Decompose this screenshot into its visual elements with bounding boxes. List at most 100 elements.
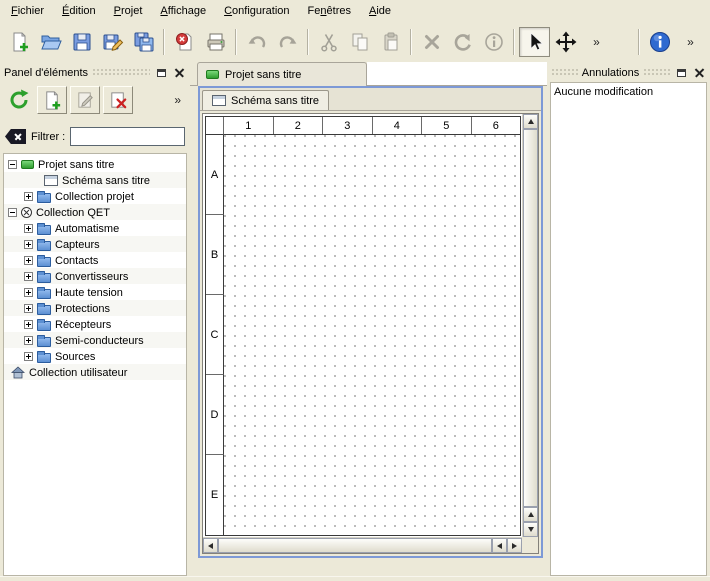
home-icon <box>11 366 25 379</box>
scroll-right-button[interactable] <box>507 538 522 553</box>
dock-drag-texture[interactable] <box>643 68 670 77</box>
elements-tree: Projet sans titre Schéma sans titre Coll… <box>3 153 187 576</box>
scroll-left-button[interactable] <box>492 538 507 553</box>
scroll-up-button[interactable] <box>523 507 538 522</box>
filter-input[interactable] <box>70 127 185 146</box>
horizontal-scrollbar[interactable] <box>203 537 522 553</box>
tree-item-haute-tension[interactable]: Haute tension <box>4 284 186 300</box>
paste-button[interactable] <box>375 27 406 57</box>
tree-expand-icon[interactable] <box>24 304 33 313</box>
toolbar-overflow-button[interactable]: » <box>581 27 612 57</box>
close-document-button[interactable] <box>169 27 200 57</box>
tree-collapse-icon[interactable] <box>8 208 17 217</box>
tree-item-semi-conducteurs[interactable]: Semi-conducteurs <box>4 332 186 348</box>
about-button[interactable] <box>644 27 675 57</box>
scroll-down-button[interactable] <box>523 522 538 537</box>
menu-aide[interactable]: Aide <box>360 2 400 20</box>
tree-item-collection-projet[interactable]: Collection projet <box>4 188 186 204</box>
vertical-scrollbar[interactable] <box>522 114 538 537</box>
dock-float-button[interactable] <box>154 66 168 79</box>
reload-collections-button[interactable] <box>4 86 34 114</box>
tree-expand-icon[interactable] <box>24 336 33 345</box>
tab-project[interactable]: Projet sans titre <box>197 62 367 86</box>
save-as-button[interactable] <box>97 27 128 57</box>
tree-item-contacts[interactable]: Contacts <box>4 252 186 268</box>
tree-collapse-icon[interactable] <box>8 160 17 169</box>
copy-button[interactable] <box>344 27 375 57</box>
menu-fenetres[interactable]: Fenêtres <box>299 2 360 20</box>
schema-canvas[interactable] <box>224 135 520 535</box>
tree-expand-icon[interactable] <box>24 320 33 329</box>
menu-configuration[interactable]: Configuration <box>215 2 298 20</box>
tree-expand-icon[interactable] <box>24 272 33 281</box>
tree-item-collection-utilisateur[interactable]: Collection utilisateur <box>4 364 186 380</box>
delete-button[interactable] <box>416 27 447 57</box>
select-tool-button[interactable] <box>519 27 550 57</box>
tree-item-recepteurs[interactable]: Récepteurs <box>4 316 186 332</box>
panel-overflow-button[interactable]: » <box>171 93 184 107</box>
undo-dock-title: Annulations <box>582 67 640 79</box>
close-icon <box>695 68 704 77</box>
status-bar <box>0 576 710 581</box>
undo-history-list[interactable]: Aucune modification <box>550 82 707 576</box>
tree-item-collection-qet[interactable]: Collection QET <box>4 204 186 220</box>
tree-item-protections[interactable]: Protections <box>4 300 186 316</box>
menu-affichage[interactable]: Affichage <box>151 2 215 20</box>
dock-drag-texture[interactable] <box>92 68 150 77</box>
new-element-button[interactable] <box>37 86 67 114</box>
toolbar-extension-button[interactable]: » <box>675 27 706 57</box>
float-icon <box>157 69 166 77</box>
tree-item-schema[interactable]: Schéma sans titre <box>4 172 186 188</box>
horizontal-scroll-thumb[interactable] <box>218 538 492 553</box>
dock-drag-texture[interactable] <box>551 68 578 77</box>
print-button[interactable] <box>200 27 231 57</box>
paper-corner-cell <box>206 117 224 135</box>
tree-expand-icon[interactable] <box>24 288 33 297</box>
menu-edition[interactable]: Édition <box>53 2 105 20</box>
tree-expand-icon[interactable] <box>24 192 33 201</box>
save-all-button[interactable] <box>128 27 159 57</box>
new-document-button[interactable] <box>4 27 35 57</box>
scroll-up-button[interactable] <box>523 114 538 129</box>
tree-item-capteurs[interactable]: Capteurs <box>4 236 186 252</box>
rotate-icon <box>452 31 474 53</box>
dock-float-button[interactable] <box>674 66 688 79</box>
elements-panel-title: Panel d'éléments <box>4 67 88 79</box>
menu-projet[interactable]: Projet <box>105 2 152 20</box>
tree-expand-icon[interactable] <box>24 224 33 233</box>
edit-element-button[interactable] <box>70 86 100 114</box>
tree-expand-icon[interactable] <box>24 352 33 361</box>
schema-view: 1 2 3 4 5 6 A B C D E <box>202 113 539 554</box>
move-tool-button[interactable] <box>550 27 581 57</box>
folder-icon <box>37 225 51 235</box>
menu-fichier[interactable]: Fichier <box>2 2 53 20</box>
tree-expand-icon[interactable] <box>24 240 33 249</box>
scroll-left-button[interactable] <box>203 538 218 553</box>
cut-button[interactable] <box>313 27 344 57</box>
redo-button[interactable] <box>272 27 303 57</box>
tree-item-sources[interactable]: Sources <box>4 348 186 364</box>
tree-item-convertisseurs[interactable]: Convertisseurs <box>4 268 186 284</box>
delete-element-button[interactable] <box>103 86 133 114</box>
rotate-button[interactable] <box>447 27 478 57</box>
save-button[interactable] <box>66 27 97 57</box>
vertical-scroll-thumb[interactable] <box>523 129 538 507</box>
elements-panel-titlebar[interactable]: Panel d'éléments <box>2 65 188 80</box>
tab-schema[interactable]: Schéma sans titre <box>202 90 329 110</box>
properties-button[interactable] <box>478 27 509 57</box>
chevron-right-icon: » <box>687 35 694 49</box>
tree-item-automatisme[interactable]: Automatisme <box>4 220 186 236</box>
clear-filter-button[interactable] <box>5 129 26 144</box>
move-arrows-icon <box>555 31 577 53</box>
undo-empty-message: Aucune modification <box>554 86 653 98</box>
open-project-button[interactable] <box>35 27 66 57</box>
tree-expand-icon[interactable] <box>24 256 33 265</box>
tree-item-project[interactable]: Projet sans titre <box>4 156 186 172</box>
undo-button[interactable] <box>241 27 272 57</box>
schema-icon <box>44 175 58 186</box>
dock-close-button[interactable] <box>172 66 186 79</box>
main-toolbar: » » <box>0 22 710 62</box>
dock-close-button[interactable] <box>692 66 706 79</box>
undo-dock-titlebar[interactable]: Annulations <box>549 65 708 80</box>
close-icon <box>175 68 184 77</box>
